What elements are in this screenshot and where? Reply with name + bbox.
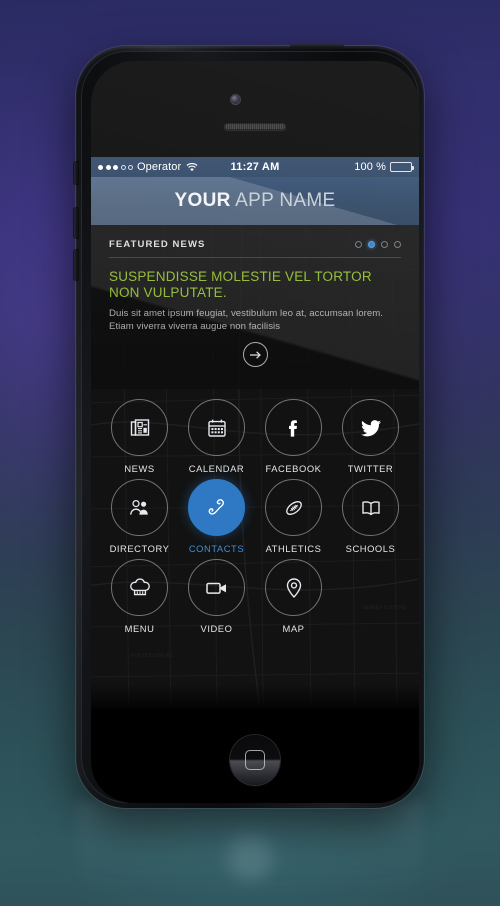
carousel-pagination[interactable] (355, 241, 401, 248)
grid-item-twitter[interactable]: TWITTER (332, 399, 409, 474)
video-icon[interactable] (188, 559, 245, 616)
grid-label-athletics: ATHLETICS (265, 543, 322, 554)
pager-dot-1[interactable] (355, 241, 362, 248)
phone-icon[interactable] (188, 479, 245, 536)
app-title-light: APP NAME (230, 190, 336, 211)
featured-news-header: FEATURED NEWS (109, 239, 401, 258)
chef-hat-icon[interactable] (111, 559, 168, 616)
home-button[interactable] (230, 735, 280, 785)
grid-label-directory: DIRECTORY (109, 543, 170, 554)
front-camera-icon (231, 95, 240, 104)
football-icon[interactable] (265, 479, 322, 536)
grid-item-schools[interactable]: SCHOOLS (332, 479, 409, 554)
battery-percent-label: 100 % (354, 161, 386, 173)
home-button-square-icon (245, 750, 265, 770)
power-button[interactable] (290, 44, 344, 48)
silent-switch[interactable] (74, 162, 78, 184)
pager-dot-4[interactable] (394, 241, 401, 248)
grid-item-news[interactable]: NEWS (101, 399, 178, 474)
volume-up-button[interactable] (74, 208, 78, 238)
grid-label-video: VIDEO (200, 623, 233, 634)
grid-item-map[interactable]: MAP (255, 559, 332, 634)
app-icon-grid: NEWS CALENDAR FACEBOOK TWITTER DIRECTORY… (91, 389, 419, 634)
page-title: YOUR APP NAME (175, 190, 336, 212)
grid-label-calendar: CALENDAR (188, 463, 245, 474)
phone-bezel: North Springfield Springfield OR 99 SEAV… (81, 51, 419, 803)
featured-news-cta-wrap (109, 342, 401, 367)
phone-face: North Springfield Springfield OR 99 SEAV… (91, 61, 419, 803)
grid-row-1: NEWS CALENDAR FACEBOOK TWITTER (101, 399, 409, 474)
grid-item-directory[interactable]: DIRECTORY (101, 479, 178, 554)
phone-reflection (78, 800, 422, 906)
newspaper-icon[interactable] (111, 399, 168, 456)
grid-label-contacts: CONTACTS (188, 543, 245, 554)
grid-item-facebook[interactable]: FACEBOOK (255, 399, 332, 474)
screen-bottom-vignette (91, 683, 419, 709)
grid-row-3: MENU VIDEO MAP (101, 559, 409, 634)
grid-label-news: NEWS (124, 463, 155, 474)
featured-news-label: FEATURED NEWS (109, 239, 206, 250)
map-pin-icon[interactable] (265, 559, 322, 616)
pager-dot-2[interactable] (368, 241, 375, 248)
wallpaper-background: North Springfield Springfield OR 99 SEAV… (0, 0, 500, 906)
app-header-bar: YOUR APP NAME (91, 177, 419, 225)
grid-label-menu: MENU (124, 623, 155, 634)
earpiece-speaker-icon (224, 123, 286, 130)
phone-device: North Springfield Springfield OR 99 SEAV… (74, 44, 424, 808)
app-screen: North Springfield Springfield OR 99 SEAV… (91, 157, 419, 709)
book-icon[interactable] (342, 479, 399, 536)
status-bar: Operator 11:27 AM 100 % (91, 157, 419, 177)
grid-item-video[interactable]: VIDEO (178, 559, 255, 634)
people-icon[interactable] (111, 479, 168, 536)
svg-text:FOX HOLLOW RD: FOX HOLLOW RD (131, 653, 173, 659)
app-title-strong: YOUR (174, 190, 231, 211)
status-bar-right: 100 % (354, 161, 414, 173)
pager-dot-3[interactable] (381, 241, 388, 248)
grid-item-calendar[interactable]: CALENDAR (178, 399, 255, 474)
featured-news-headline[interactable]: SUSPENDISSE MOLESTIE VEL TORTOR NON VULP… (109, 269, 401, 301)
grid-item-athletics[interactable]: ATHLETICS (255, 479, 332, 554)
twitter-icon[interactable] (342, 399, 399, 456)
grid-label-schools: SCHOOLS (345, 543, 396, 554)
grid-row-2: DIRECTORY CONTACTS ATHLETICS SCHOOLS (101, 479, 409, 554)
calendar-icon[interactable] (188, 399, 245, 456)
grid-label-map: MAP (282, 623, 305, 634)
volume-down-button[interactable] (74, 250, 78, 280)
facebook-icon[interactable] (265, 399, 322, 456)
grid-label-facebook: FACEBOOK (265, 463, 322, 474)
battery-icon (390, 162, 414, 172)
grid-item-contacts[interactable]: CONTACTS (178, 479, 255, 554)
grid-label-twitter: TWITTER (347, 463, 394, 474)
featured-news-body: Duis sit amet ipsum feugiat, vestibulum … (109, 308, 384, 332)
arrow-right-icon[interactable] (242, 342, 268, 367)
grid-item-menu[interactable]: MENU (101, 559, 178, 634)
featured-news-section: FEATURED NEWS SUSPENDISSE MOLESTIE VEL T… (91, 225, 419, 389)
